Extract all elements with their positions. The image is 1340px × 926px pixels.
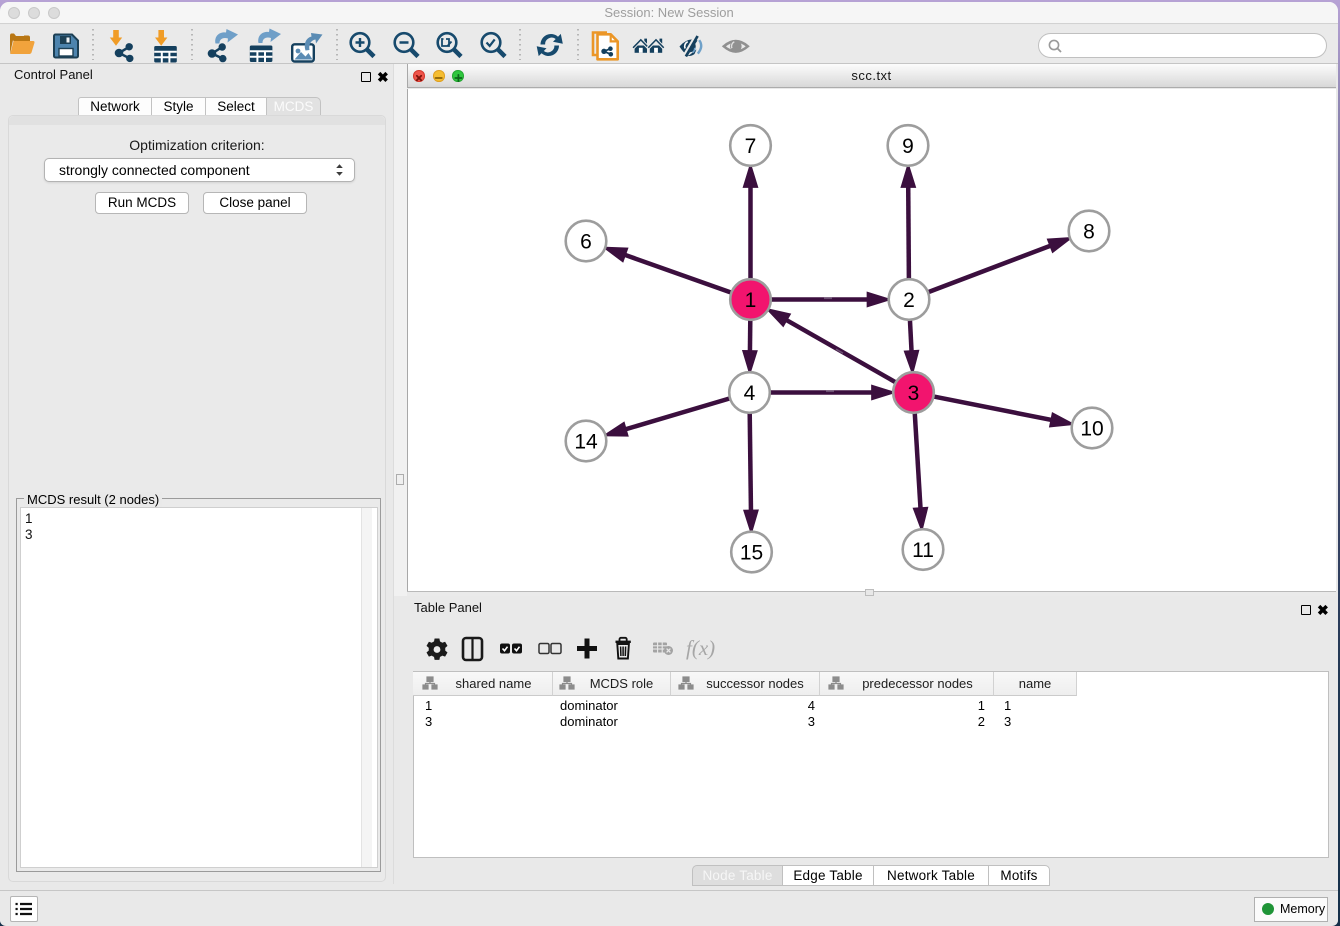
svg-text:14: 14 bbox=[574, 431, 598, 454]
svg-text:7: 7 bbox=[745, 135, 757, 158]
svg-text:3: 3 bbox=[908, 382, 920, 405]
svg-text:4: 4 bbox=[744, 382, 756, 405]
svg-text:11: 11 bbox=[912, 539, 934, 562]
svg-text:1: 1 bbox=[745, 289, 757, 312]
svg-text:2: 2 bbox=[903, 289, 915, 312]
svg-text:9: 9 bbox=[902, 135, 914, 158]
svg-text:6: 6 bbox=[580, 231, 592, 254]
svg-text:f(x): f(x) bbox=[686, 636, 715, 660]
svg-text:15: 15 bbox=[740, 542, 763, 565]
svg-text:10: 10 bbox=[1080, 418, 1103, 441]
svg-text:8: 8 bbox=[1083, 221, 1095, 244]
